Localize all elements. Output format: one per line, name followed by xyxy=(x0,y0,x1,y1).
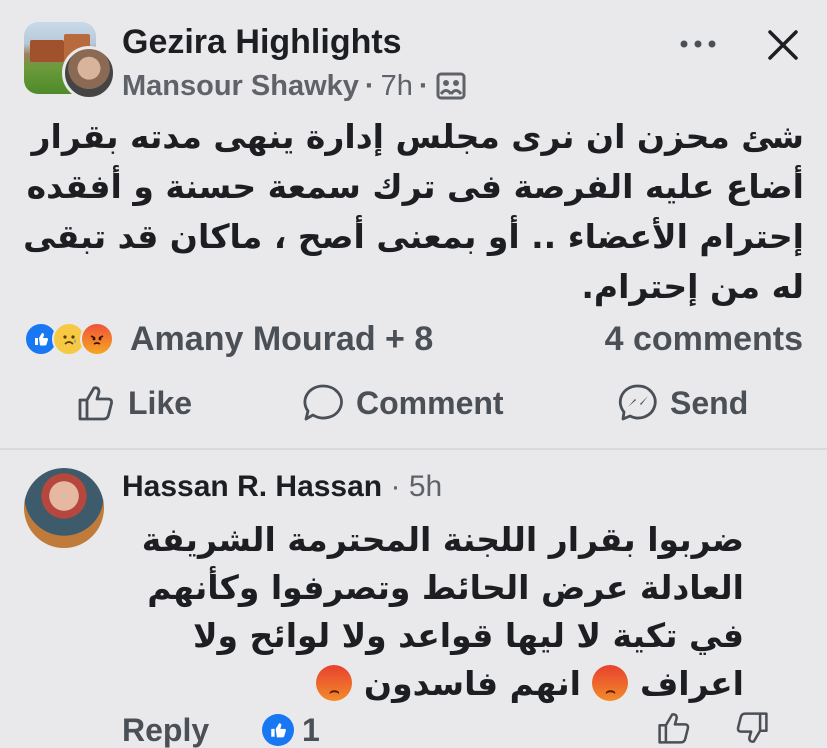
angry-emoji-icon xyxy=(316,665,353,701)
comment-label: Comment xyxy=(356,384,504,421)
reply-button[interactable]: Reply xyxy=(122,712,209,748)
post-time[interactable]: 7h xyxy=(381,70,413,102)
author-name[interactable]: Mansour Shawky xyxy=(122,70,359,102)
messenger-icon xyxy=(618,384,657,421)
group-icon xyxy=(435,71,467,110)
comment-like-badge xyxy=(262,714,294,746)
like-label: Like xyxy=(128,384,193,421)
close-icon[interactable] xyxy=(766,28,800,62)
send-label: Send xyxy=(670,384,749,421)
post-meta: Mansour Shawky · 7h · xyxy=(122,68,467,110)
more-icon[interactable] xyxy=(678,36,718,52)
reaction-icons[interactable] xyxy=(24,318,114,360)
comment-icon xyxy=(303,384,343,421)
like-button[interactable]: Like xyxy=(76,380,192,426)
like-icon xyxy=(78,386,113,421)
reactor-names[interactable]: Amany Mourad + 8 xyxy=(130,318,433,360)
comment-like-count[interactable]: 1 xyxy=(302,712,320,748)
like-badge-icon xyxy=(271,723,286,738)
comment-line: انهم فاسدون xyxy=(363,664,581,703)
angry-reaction-icon xyxy=(80,322,114,356)
comment-header: Hassan R. Hassan · 5h xyxy=(122,470,443,503)
send-button[interactable]: Send xyxy=(618,380,748,426)
post-text: شئ محزن ان نرى مجلس إدارة ينهى مدته بقرا… xyxy=(23,117,804,306)
author-avatar[interactable] xyxy=(62,46,116,100)
group-name[interactable]: Gezira Highlights xyxy=(122,22,402,62)
group-avatar-building xyxy=(30,40,64,62)
thumb-down-icon[interactable] xyxy=(734,710,770,746)
divider xyxy=(0,448,827,450)
comment-text: ضربوا بقرار اللجنة المحترمة الشريفة العا… xyxy=(120,516,744,708)
thumb-up-icon[interactable] xyxy=(656,710,692,746)
comment-time[interactable]: 5h xyxy=(409,470,442,503)
comment-count[interactable]: 4 comments xyxy=(578,318,803,360)
angry-emoji-icon xyxy=(592,665,629,701)
commenter-name[interactable]: Hassan R. Hassan xyxy=(122,470,382,503)
commenter-avatar[interactable] xyxy=(24,468,104,548)
comment-button[interactable]: Comment xyxy=(302,380,504,426)
